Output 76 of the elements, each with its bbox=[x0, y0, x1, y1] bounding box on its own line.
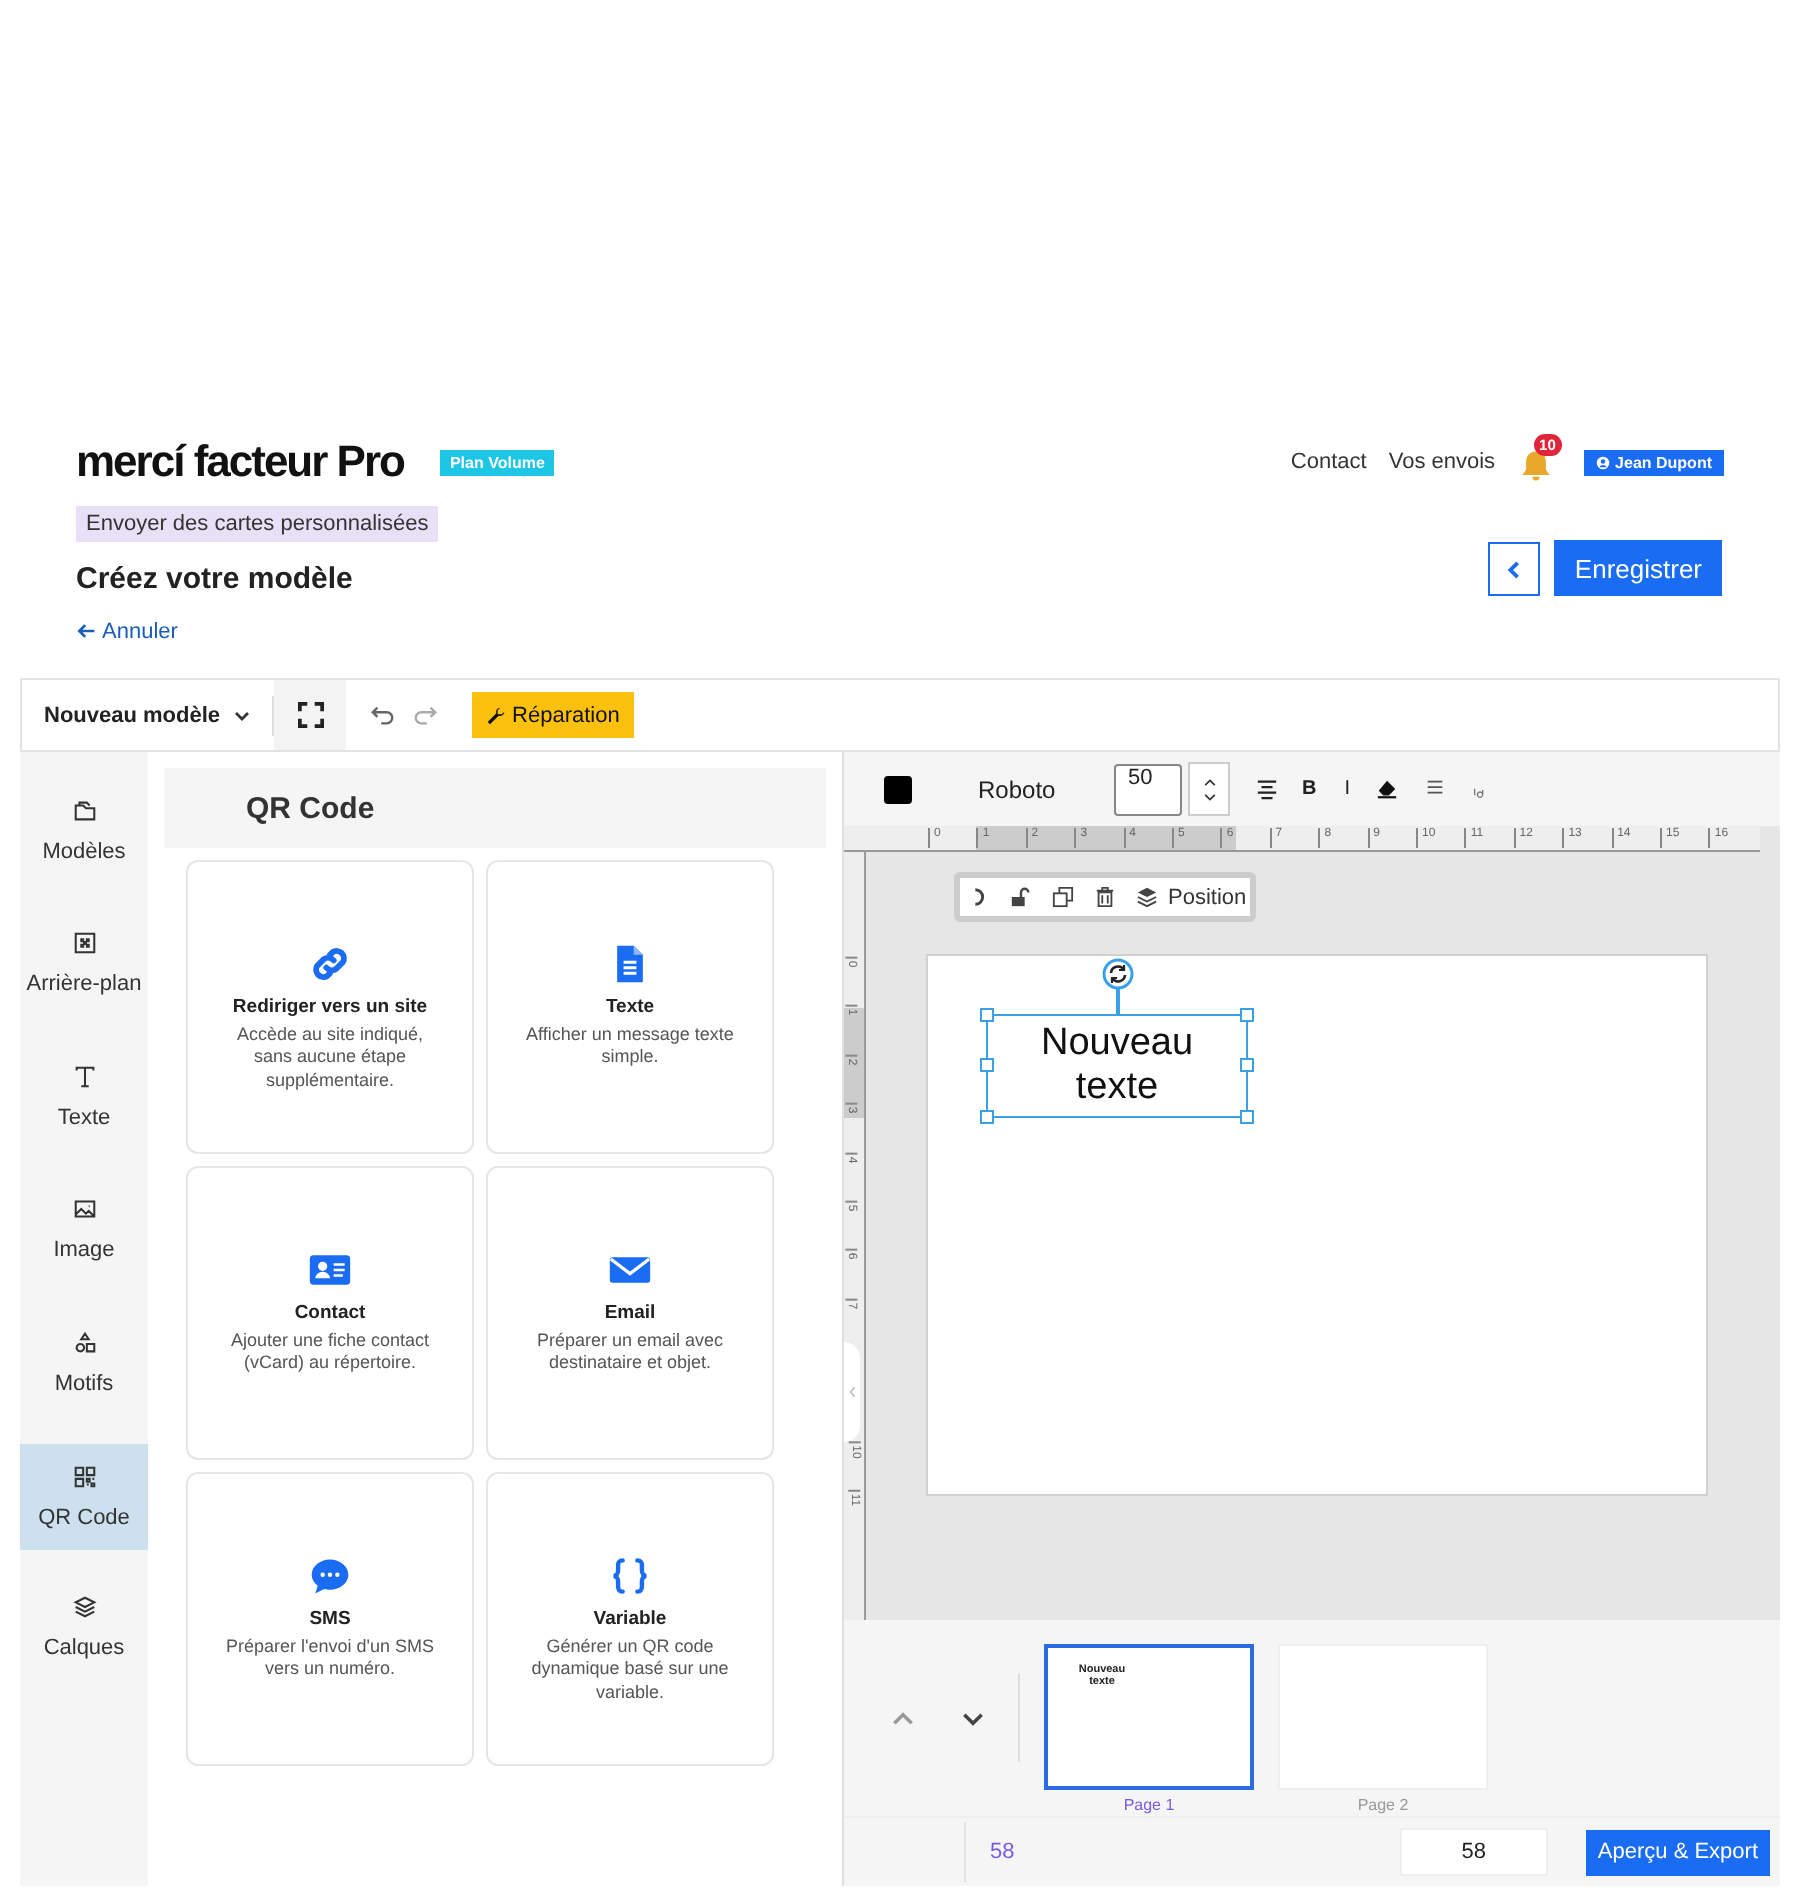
chevron-left-icon bbox=[847, 1384, 857, 1400]
user-button[interactable]: Jean Dupont bbox=[1583, 449, 1724, 475]
fullscreen-button[interactable] bbox=[274, 680, 347, 750]
qr-type-card[interactable]: Rediriger vers un site Accède au site indiqué, sans aucune étape supplémentaire. bbox=[186, 860, 474, 1154]
card-description: Ajouter une fiche contact (vCard) au répertoire. bbox=[228, 1330, 432, 1375]
card-title: Variable bbox=[593, 1608, 667, 1630]
trash-icon[interactable] bbox=[1094, 886, 1116, 908]
eraser-icon[interactable] bbox=[1376, 778, 1399, 800]
back-button[interactable] bbox=[1488, 542, 1541, 596]
qr-type-card[interactable]: Variable Générer un QR code dynamique basé sur une variable. bbox=[486, 1472, 774, 1766]
grid-icon bbox=[71, 930, 97, 957]
fullscreen-icon bbox=[297, 702, 324, 728]
page-title: Créez votre modèle bbox=[76, 562, 355, 596]
layers-icon bbox=[1136, 886, 1158, 908]
card-title: Rediriger vers un site bbox=[232, 996, 428, 1018]
undo-icon[interactable] bbox=[370, 702, 397, 728]
sidebar-item[interactable]: Texte bbox=[20, 1030, 148, 1163]
unlock-icon[interactable] bbox=[1010, 886, 1032, 908]
qr-type-card[interactable]: SMS Préparer l'envoi d'un SMS vers un numéro. bbox=[186, 1472, 474, 1766]
bold-button[interactable]: B bbox=[1302, 778, 1317, 800]
wrench-icon bbox=[486, 705, 507, 725]
template-select[interactable]: Nouveau modèle bbox=[44, 703, 253, 727]
text-icon bbox=[71, 1063, 97, 1090]
position-button[interactable]: Position bbox=[1136, 885, 1247, 909]
card-description: Générer un QR code dynamique basé sur une variable. bbox=[529, 1636, 731, 1704]
card-description: Accède au site indiqué, sans aucune étape supplémentaire. bbox=[234, 1024, 426, 1092]
font-select[interactable]: Roboto bbox=[978, 775, 1114, 803]
italic-button[interactable]: I bbox=[1344, 778, 1351, 800]
card-title: Email bbox=[604, 1302, 656, 1324]
export-button[interactable]: Aperçu & Export bbox=[1585, 1829, 1770, 1875]
plan-badge: Plan Volume bbox=[439, 449, 555, 475]
rotate-handle[interactable] bbox=[1102, 958, 1134, 990]
sidebar-item[interactable]: Calques bbox=[20, 1561, 148, 1694]
arrow-left-icon bbox=[76, 622, 96, 640]
card-title: Texte bbox=[605, 996, 655, 1018]
link-icon bbox=[308, 942, 352, 986]
page-label: Page 1 bbox=[1123, 1795, 1175, 1813]
duplicate-icon[interactable] bbox=[1052, 886, 1074, 908]
braces-icon bbox=[608, 1554, 652, 1598]
line-spacing-icon[interactable] bbox=[1424, 778, 1447, 800]
bell-icon[interactable] bbox=[1517, 448, 1554, 484]
qr-type-card[interactable]: Texte Afficher un message texte simple. bbox=[486, 860, 774, 1154]
sidebar-item[interactable]: Image bbox=[20, 1163, 148, 1296]
logo[interactable]: mercí facteur Pro bbox=[76, 436, 404, 488]
font-size-field[interactable]: 50 bbox=[1114, 763, 1182, 815]
align-center-icon[interactable] bbox=[1256, 778, 1278, 800]
qr-code-icon bbox=[71, 1463, 97, 1489]
sidebar-item[interactable]: Arrière-plan bbox=[20, 897, 148, 1030]
card-description: Préparer l'envoi d'un SMS vers un numéro. bbox=[224, 1636, 436, 1681]
sidebar-item[interactable]: Motifs bbox=[20, 1296, 148, 1429]
zoom-field[interactable]: 58 bbox=[1399, 1828, 1548, 1876]
subtitle-tag: Envoyer des cartes personnalisées bbox=[76, 506, 439, 542]
card-title: SMS bbox=[309, 1608, 351, 1630]
card-description: Afficher un message texte simple. bbox=[524, 1024, 736, 1069]
nav-link[interactable]: Vos envois bbox=[1388, 450, 1496, 474]
cancel-link[interactable]: Annuler bbox=[76, 619, 178, 643]
sidebar-item[interactable]: Modèles bbox=[20, 764, 148, 897]
chat-bubble-icon bbox=[308, 1554, 352, 1598]
qr-type-card[interactable]: Contact Ajouter une fiche contact (vCard) au répertoire. bbox=[186, 1166, 474, 1460]
card-description: Préparer un email avec destinataire et objet. bbox=[534, 1330, 726, 1375]
qr-type-card[interactable]: Email Préparer un email avec destinataire et objet. bbox=[486, 1166, 774, 1460]
save-button[interactable]: Enregistrer bbox=[1554, 540, 1722, 596]
page-label: Page 2 bbox=[1357, 1795, 1409, 1813]
sidebar-item[interactable]: QR Code bbox=[20, 1443, 148, 1549]
card-title: Contact bbox=[294, 1302, 366, 1324]
image-icon bbox=[71, 1196, 97, 1223]
text-element[interactable]: Nouveau texte bbox=[986, 1014, 1248, 1118]
nav-link[interactable]: Contact bbox=[1290, 450, 1367, 474]
folder-icon bbox=[71, 797, 97, 824]
color-swatch[interactable] bbox=[884, 775, 912, 803]
layers-icon bbox=[71, 1594, 97, 1621]
collapse-handle[interactable] bbox=[844, 1342, 860, 1442]
panel-title: QR Code bbox=[246, 791, 375, 825]
user-icon bbox=[1595, 455, 1610, 469]
repair-button[interactable]: Réparation bbox=[472, 692, 634, 738]
shapes-icon bbox=[71, 1329, 97, 1356]
